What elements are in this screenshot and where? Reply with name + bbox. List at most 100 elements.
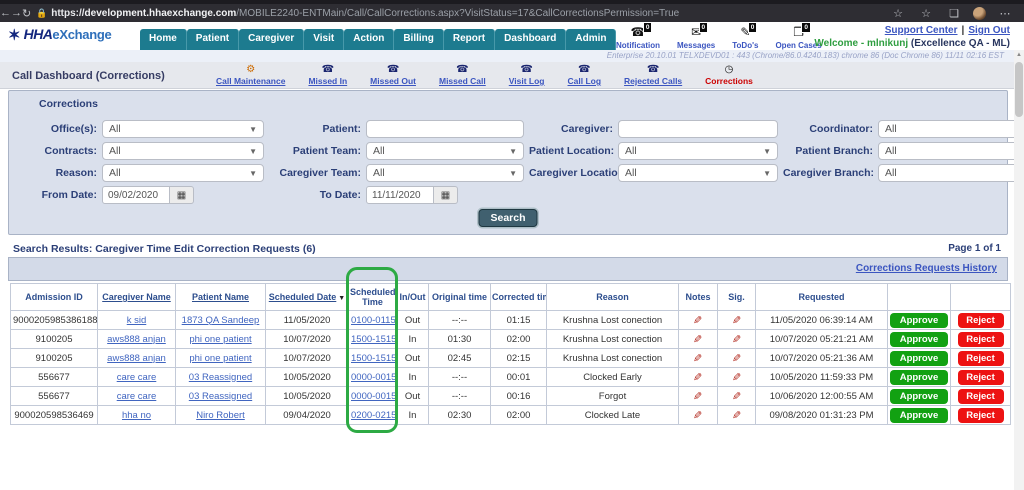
note-edit-icon[interactable]: ✎ [732,390,741,403]
nav-tab-billing[interactable]: Billing [394,29,444,50]
approve-button[interactable]: Approve [890,332,948,347]
scheduled-time-link[interactable]: 1500-1515 [351,334,396,345]
caregiver-name-link[interactable]: k sid [127,315,147,326]
offices-select[interactable]: All▼ [102,120,264,138]
nav-tab-admin[interactable]: Admin [566,29,616,50]
more-menu-icon[interactable]: ⋯ [992,7,1018,20]
patient-location-select[interactable]: All▼ [618,142,778,160]
col-header-patient-name[interactable]: Patient Name [176,284,266,311]
caregiver-name-link[interactable]: care care [117,391,157,402]
patient-name-link[interactable]: 03 Reassigned [189,372,252,383]
patient-name-link[interactable]: 1873 QA Sandeep [182,315,260,326]
dashboard-tab-missed-out[interactable]: ☎Missed Out [370,64,416,86]
patient-name-link[interactable]: phi one patient [189,334,251,345]
coordinator-select[interactable]: All▼ [878,120,1024,138]
note-edit-icon[interactable]: ✎ [732,409,741,422]
column-sort-link[interactable]: Caregiver Name [102,292,171,302]
reason-select[interactable]: All▼ [102,164,264,182]
search-button[interactable]: Search [478,209,537,227]
caregiver-name-link[interactable]: aws888 anjan [107,353,166,364]
reject-button[interactable]: Reject [958,389,1004,404]
column-sort-link[interactable]: Scheduled Date [269,292,337,302]
note-edit-icon[interactable]: ✎ [693,371,702,384]
quick-todo-s[interactable]: ✎0ToDo's [732,26,758,50]
approve-button[interactable]: Approve [890,351,948,366]
address-bar[interactable]: https://development.hhaexchange.com/MOBI… [51,8,885,19]
caregiver-team-select[interactable]: All▼ [366,164,524,182]
reject-button[interactable]: Reject [958,408,1004,423]
note-edit-icon[interactable]: ✎ [693,390,702,403]
support-center-link[interactable]: Support Center [885,25,958,36]
note-edit-icon[interactable]: ✎ [732,352,741,365]
vertical-scrollbar[interactable]: ▲ [1014,50,1024,490]
note-edit-icon[interactable]: ✎ [732,314,741,327]
quick-messages[interactable]: ✉0Messages [677,26,715,50]
calendar-icon[interactable]: ▦ [170,186,194,204]
patient-name-link[interactable]: 03 Reassigned [189,391,252,402]
dashboard-tab-call-log[interactable]: ☎Call Log [568,64,602,86]
approve-button[interactable]: Approve [890,370,948,385]
scheduled-time-link[interactable]: 0000-0015 [351,391,396,402]
patient-input[interactable] [366,120,524,138]
nav-tab-report[interactable]: Report [444,29,495,50]
col-header-scheduled-date[interactable]: Scheduled Date▼ [266,284,349,311]
dashboard-tab-call-maintenance[interactable]: ⚙Call Maintenance [216,64,285,86]
patient-name-link[interactable]: Niro Robert [196,410,245,421]
nav-tab-caregiver[interactable]: Caregiver [239,29,304,50]
approve-button[interactable]: Approve [890,408,948,423]
nav-tab-dashboard[interactable]: Dashboard [495,29,566,50]
nav-tab-patient[interactable]: Patient [187,29,239,50]
note-edit-icon[interactable]: ✎ [693,333,702,346]
reject-button[interactable]: Reject [958,332,1004,347]
approve-button[interactable]: Approve [890,313,948,328]
caregiver-input[interactable] [618,120,778,138]
col-header-caregiver-name[interactable]: Caregiver Name [98,284,176,311]
note-edit-icon[interactable]: ✎ [693,352,702,365]
dashboard-tab-corrections[interactable]: ◷Corrections [705,64,753,86]
corrections-requests-history-link[interactable]: Corrections Requests History [856,263,997,274]
dashboard-tab-missed-in[interactable]: ☎Missed In [308,64,347,86]
column-sort-link[interactable]: Patient Name [192,292,249,302]
quick-notification[interactable]: ☎0Notification [616,26,660,50]
caregiver-name-link[interactable]: hha no [122,410,151,421]
nav-tab-visit[interactable]: Visit [304,29,344,50]
scheduled-time-link[interactable]: 0200-0215 [351,410,396,421]
browser-nav-icons[interactable]: ←→↻ [0,7,26,20]
note-edit-icon[interactable]: ✎ [732,333,741,346]
nav-tab-home[interactable]: Home [140,29,187,50]
scrollbar-thumb[interactable] [1015,62,1023,117]
from-date-input[interactable]: 09/02/2020 [102,186,170,204]
refresh-icon[interactable]: ↻ [22,7,31,20]
caregiver-name-link[interactable]: aws888 anjan [107,334,166,345]
collections-icon[interactable]: ❏ [941,7,967,20]
reject-button[interactable]: Reject [958,313,1004,328]
favorites-list-icon[interactable]: ☆ [913,7,939,20]
scheduled-time-link[interactable]: 1500-1515 [351,353,396,364]
dashboard-tab-rejected-calls[interactable]: ☎Rejected Calls [624,64,682,86]
reject-button[interactable]: Reject [958,370,1004,385]
dashboard-tab-missed-call[interactable]: ☎Missed Call [439,64,486,86]
back-arrow-icon[interactable]: ← [0,7,11,20]
nav-tab-action[interactable]: Action [344,29,394,50]
reject-button[interactable]: Reject [958,351,1004,366]
to-date-input[interactable]: 11/11/2020 [366,186,434,204]
note-edit-icon[interactable]: ✎ [732,371,741,384]
note-edit-icon[interactable]: ✎ [693,314,702,327]
caregiver-location-select[interactable]: All▼ [618,164,778,182]
favorite-star-icon[interactable]: ☆ [885,7,911,20]
note-edit-icon[interactable]: ✎ [693,409,702,422]
scroll-up-arrow-icon[interactable]: ▲ [1014,50,1024,60]
dashboard-tab-visit-log[interactable]: ☎Visit Log [509,64,545,86]
caregiver-name-link[interactable]: care care [117,372,157,383]
caregiver-branch-select[interactable]: All▼ [878,164,1024,182]
profile-avatar[interactable] [973,7,986,20]
scheduled-time-link[interactable]: 0000-0015 [351,372,396,383]
contracts-select[interactable]: All▼ [102,142,264,160]
forward-arrow-icon[interactable]: → [11,7,22,20]
patient-team-select[interactable]: All▼ [366,142,524,160]
sign-out-link[interactable]: Sign Out [968,25,1010,36]
patient-name-link[interactable]: phi one patient [189,353,251,364]
patient-branch-select[interactable]: All▼ [878,142,1024,160]
calendar-icon[interactable]: ▦ [434,186,458,204]
scheduled-time-link[interactable]: 0100-0115 [351,315,396,326]
